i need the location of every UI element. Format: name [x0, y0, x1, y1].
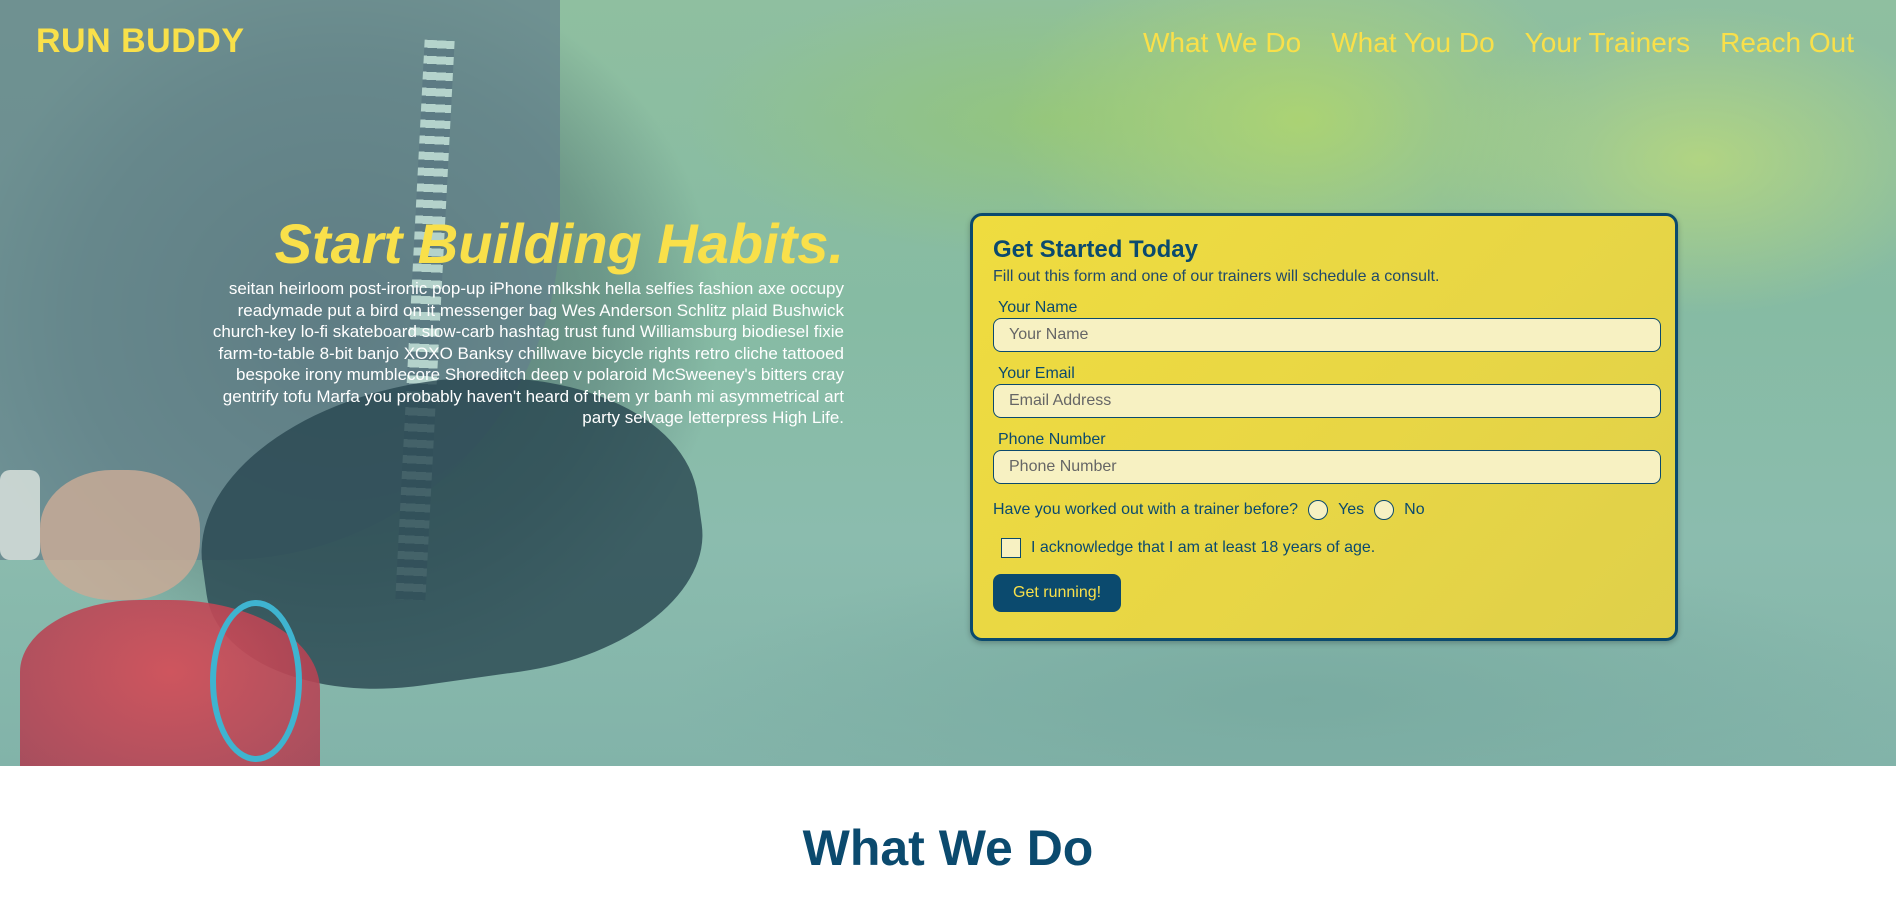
- radio-yes[interactable]: [1308, 500, 1329, 520]
- hero-text-block: Start Building Habits. seitan heirloom p…: [190, 214, 844, 429]
- hero-title: Start Building Habits.: [274, 212, 844, 275]
- form-subtitle: Fill out this form and one of our traine…: [993, 268, 1440, 285]
- submit-button[interactable]: Get running!: [993, 574, 1122, 612]
- radio-no-label: No: [1404, 501, 1425, 518]
- section-title-what-we-do: What We Do: [802, 820, 1094, 876]
- nav-link-your-trainers[interactable]: Your Trainers: [1525, 27, 1691, 59]
- hero-background-watch: [0, 470, 40, 560]
- trainer-question-label: Have you worked out with a trainer befor…: [993, 501, 1299, 518]
- site-logo[interactable]: RUN BUDDY: [36, 22, 245, 61]
- trainer-question-row: Have you worked out with a trainer befor…: [993, 500, 1655, 520]
- phone-input[interactable]: [993, 450, 1661, 484]
- acknowledge-row: I acknowledge that I am at least 18 year…: [993, 538, 1655, 558]
- age-checkbox[interactable]: [1001, 538, 1021, 558]
- nav-link-reach-out[interactable]: Reach Out: [1720, 27, 1854, 59]
- signup-form: Get Started Today Fill out this form and…: [970, 213, 1678, 641]
- email-input[interactable]: [993, 384, 1661, 418]
- name-input[interactable]: [993, 318, 1661, 352]
- hero-section: RUN BUDDY What We Do What You Do Your Tr…: [0, 0, 1896, 766]
- nav-link-what-we-do[interactable]: What We Do: [1143, 27, 1301, 59]
- hero-body: seitan heirloom post-ironic pop-up iPhon…: [212, 279, 844, 427]
- email-label: Your Email: [998, 365, 1075, 382]
- acknowledge-label: I acknowledge that I am at least 18 year…: [1031, 539, 1376, 556]
- name-label: Your Name: [998, 299, 1078, 316]
- phone-label: Phone Number: [998, 431, 1106, 448]
- radio-no[interactable]: [1374, 500, 1395, 520]
- radio-yes-label: Yes: [1338, 501, 1365, 518]
- main-nav: What We Do What You Do Your Trainers Rea…: [1143, 27, 1854, 59]
- form-title: Get Started Today: [993, 236, 1198, 263]
- nav-link-what-you-do[interactable]: What You Do: [1331, 27, 1494, 59]
- hero-background-hand: [40, 470, 200, 600]
- hero-background-laces: [210, 600, 302, 762]
